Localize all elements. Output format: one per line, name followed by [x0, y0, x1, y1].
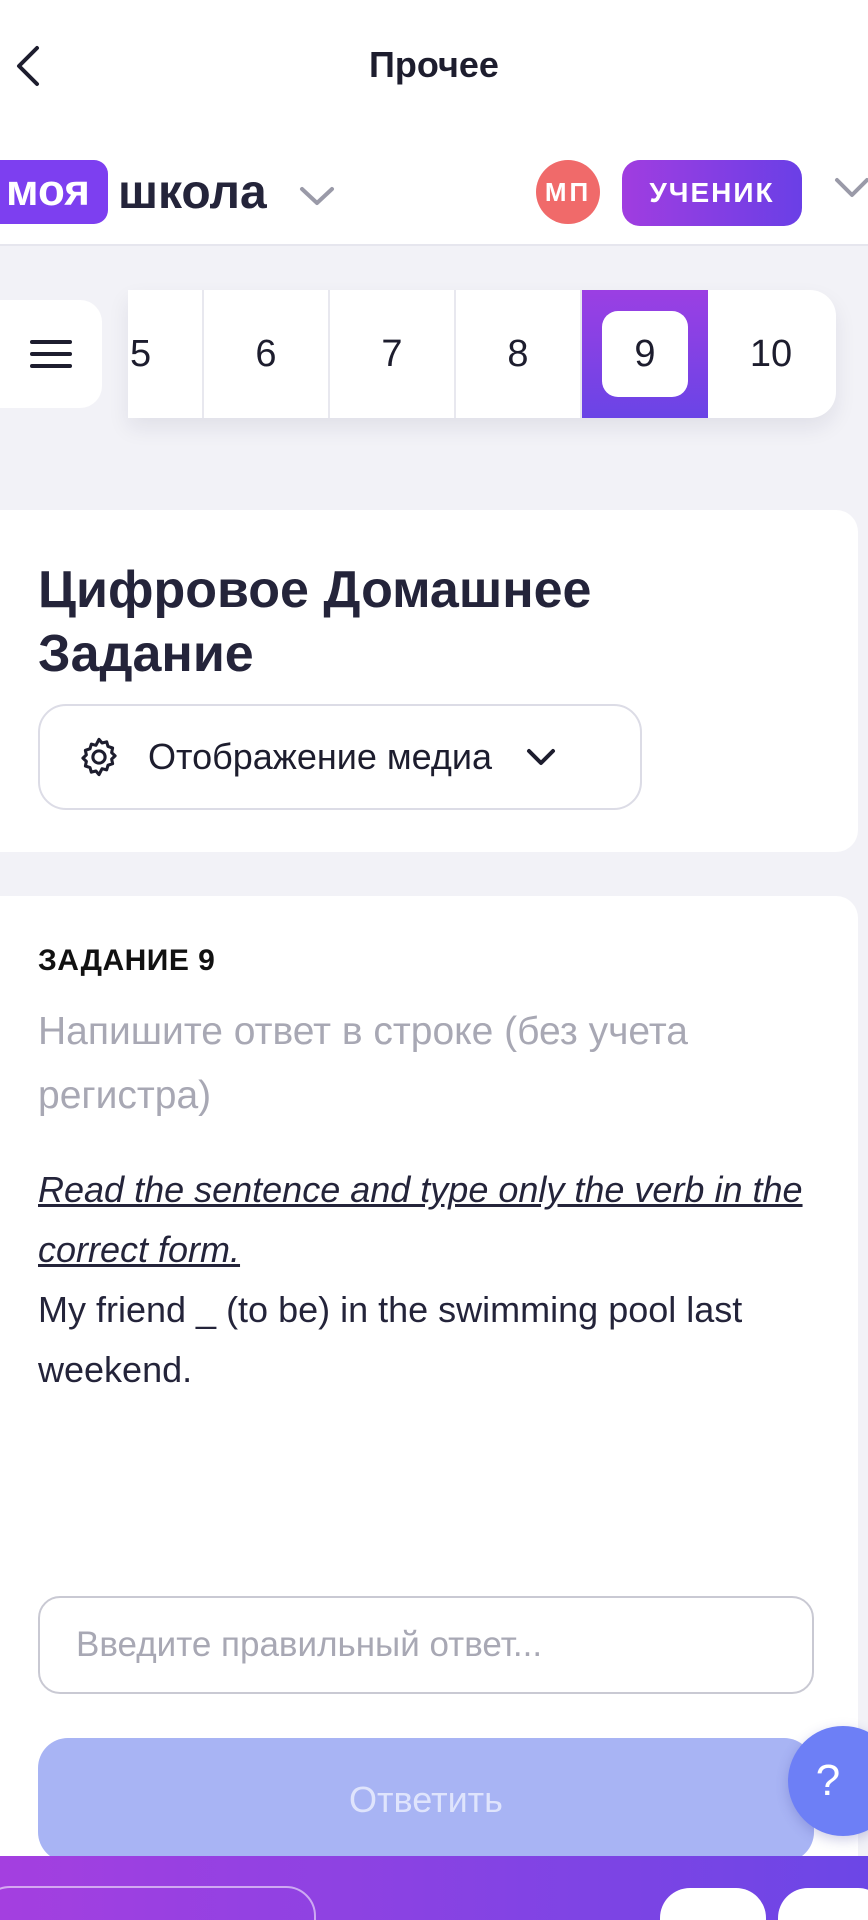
chevron-down-icon[interactable] [834, 176, 868, 200]
task-number-7[interactable]: 7 [330, 290, 456, 418]
menu-button[interactable] [0, 300, 102, 408]
task-number-9-active[interactable]: 9 [582, 290, 708, 418]
page-title: Прочее [369, 44, 499, 85]
homework-title: Цифровое Домашнее Задание [38, 561, 592, 683]
gear-icon [81, 737, 117, 777]
media-select-label: Отображение медиа [148, 736, 493, 777]
bottom-outline-button[interactable] [0, 1886, 316, 1920]
screen: Прочее моя школа МП УЧЕНИК 5 6 7 8 9 10 [0, 0, 868, 1920]
chevron-down-icon [527, 749, 556, 765]
bottom-nav-button-2[interactable] [778, 1888, 868, 1920]
bottom-action-bar [0, 1856, 868, 1920]
task-sentence: My friend _ (to be) in the swimming pool… [38, 1289, 743, 1390]
brand-logo-part2: школа [117, 165, 267, 219]
hamburger-icon [30, 340, 72, 368]
task-heading: ЗАДАНИЕ 9 [38, 944, 216, 977]
task-number-10[interactable]: 10 [708, 290, 834, 418]
task-number-5[interactable]: 5 [128, 290, 204, 418]
task-navigator: 5 6 7 8 9 10 [128, 290, 836, 418]
top-bar: Прочее моя школа МП УЧЕНИК [0, 0, 868, 246]
avatar[interactable]: МП [536, 160, 600, 224]
task-number-8[interactable]: 8 [456, 290, 582, 418]
role-badge[interactable]: УЧЕНИК [622, 160, 802, 226]
active-task-chip: 9 [602, 311, 688, 397]
chevron-down-icon [299, 187, 334, 205]
answer-input[interactable] [38, 1596, 814, 1694]
task-hint: Напишите ответ в строке (без учета регис… [38, 1010, 688, 1117]
brand-logo-part1: моя [0, 160, 108, 224]
media-display-select[interactable]: Отображение медиа [38, 704, 642, 810]
homework-header-card: Цифровое Домашнее Задание Отображение ме… [0, 510, 858, 852]
task-instruction: Read the sentence and type only the verb… [38, 1169, 803, 1270]
submit-answer-button[interactable]: Ответить [38, 1738, 814, 1862]
task-number-6[interactable]: 6 [204, 290, 330, 418]
brand-switcher[interactable]: моя школа [0, 160, 335, 224]
bottom-nav-button-1[interactable] [660, 1888, 766, 1920]
task-card: ЗАДАНИЕ 9 Напишите ответ в строке (без у… [0, 896, 858, 1896]
